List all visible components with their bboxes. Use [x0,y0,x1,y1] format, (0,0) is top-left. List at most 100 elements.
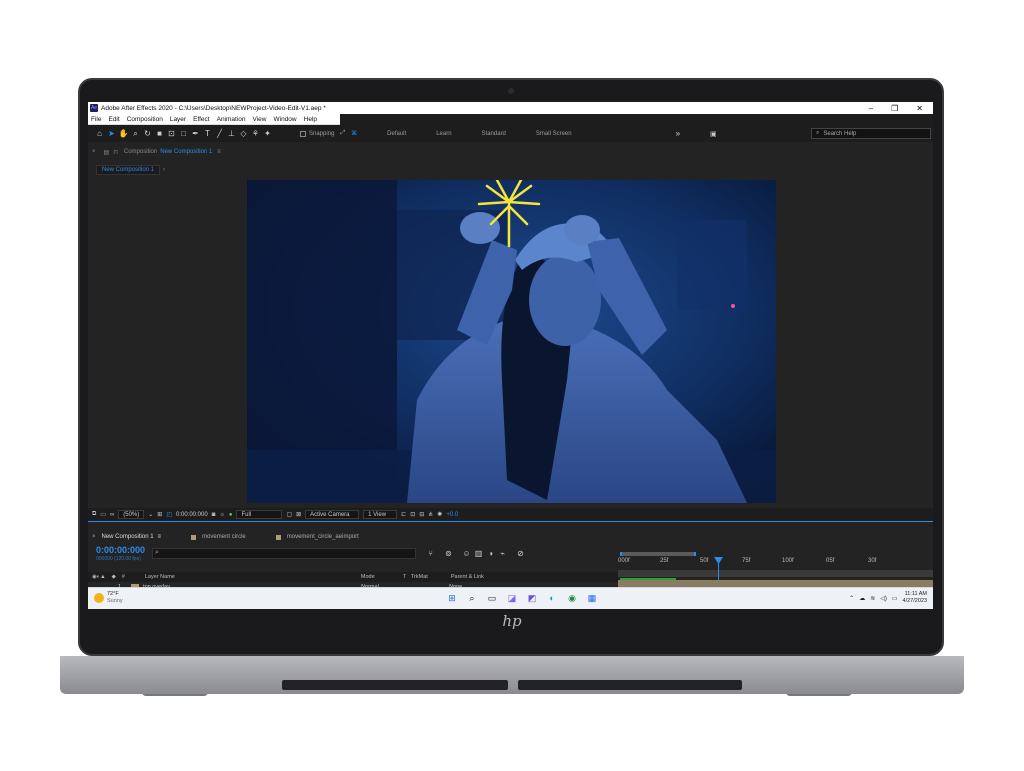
chrome-icon[interactable]: ◉ [566,592,578,604]
teams-icon[interactable]: ◩ [526,592,538,604]
timeline-tab-new-composition[interactable]: New Composition 1 ≡ [102,534,162,540]
type-tool-icon[interactable]: T [202,128,213,139]
maximize-icon[interactable]: ❐ [891,104,898,113]
panel-lock-icon[interactable]: ▤ [104,149,110,156]
puppet-tool-icon[interactable]: ✦ [262,128,273,139]
view-options-icon[interactable]: ∞ [110,512,114,518]
search-help-field[interactable]: ⌕ Search Help [811,128,931,139]
number-column-icon[interactable]: # [122,574,125,580]
column-t[interactable]: T [403,574,411,580]
workspace-default[interactable]: Default [387,131,406,137]
snapshot-icon[interactable]: ◙ [212,512,216,518]
weather-widget[interactable]: 72°F Sunny [94,591,123,605]
graph-editor-icon[interactable]: ⌁ [498,549,507,558]
clone-stamp-tool-icon[interactable]: ⊥ [226,128,237,139]
label-column-icon[interactable]: ◆ [112,574,116,580]
rectangle-tool-icon[interactable]: □ [178,128,189,139]
selection-tool-icon[interactable]: ➤ [106,128,117,139]
workspace-learn[interactable]: Learn [436,131,451,137]
camera-tool-icon[interactable]: ■ [154,128,165,139]
flowchart-icon[interactable]: ⋔ [428,511,433,518]
menu-help[interactable]: Help [304,116,317,123]
menu-animation[interactable]: Animation [217,116,246,123]
layer-search-input[interactable]: ⌕ [152,548,416,559]
timeline-close-icon[interactable]: × [92,534,96,540]
workspace-small-screen[interactable]: Small Screen [536,131,572,137]
motion-blur-icon[interactable]: ◑ [486,549,495,558]
choose-grid-icon[interactable]: ⊞ [157,511,162,518]
tray-chevron-icon[interactable]: ⌃ [849,595,854,602]
timeline-icon[interactable]: ⊟ [419,511,424,518]
menu-edit[interactable]: Edit [108,116,119,123]
search-icon[interactable]: ⌕ [466,592,478,604]
roto-brush-tool-icon[interactable]: ⚘ [250,128,261,139]
shy-layers-icon[interactable]: ☺ [462,549,471,558]
menu-effect[interactable]: Effect [193,116,210,123]
time-navigator[interactable] [618,570,933,577]
zoom-chevron-icon[interactable]: ⌄ [148,511,153,518]
reset-exposure-icon[interactable]: ✺ [437,511,442,518]
workspace-standard[interactable]: Standard [482,131,506,137]
transparency-grid-icon[interactable]: ◰ [166,511,172,518]
eraser-tool-icon[interactable]: ◇ [238,128,249,139]
menu-file[interactable]: File [91,116,101,123]
timeline-tab-menu-icon[interactable]: ≡ [158,534,162,540]
draft-3d-icon[interactable]: ⊚ [444,549,453,558]
composition-flowchart-icon[interactable]: ⑂ [426,549,435,558]
menu-view[interactable]: View [253,116,267,123]
pan-behind-tool-icon[interactable]: ⊡ [166,128,177,139]
clock[interactable]: 11:11 AM 4/27/2023 [903,591,927,605]
menu-layer[interactable]: Layer [170,116,186,123]
video-frame[interactable] [247,180,776,503]
panel-lock-toggle-icon[interactable]: ⊓ [113,149,118,156]
volume-icon[interactable]: ◁) [880,595,887,602]
toggle-transparency-icon[interactable]: ⊠ [296,511,301,518]
column-mode[interactable]: Mode [361,574,403,580]
pen-tool-icon[interactable]: ✒ [190,128,201,139]
task-view-icon[interactable]: ▭ [486,592,498,604]
tab-chevron-icon[interactable]: ‹ [163,167,165,173]
composition-tab[interactable]: New Composition 1 [96,164,161,175]
wifi-icon[interactable]: ≋ [870,595,875,602]
timeline-tab-movement-circle[interactable]: movement circle [191,534,246,540]
rotate-tool-icon[interactable]: ↻ [142,128,153,139]
column-trkmat[interactable]: TrkMat [411,574,451,580]
battery-icon[interactable]: ▭ [892,595,898,602]
viewer-timecode[interactable]: 0:00:00:000 [176,512,208,518]
menu-window[interactable]: Window [274,116,297,123]
always-preview-icon[interactable]: ⧉ [92,511,96,518]
snapping-toggle[interactable]: Snapping ⤢ ⌘ [300,130,357,137]
windows-start-icon[interactable]: ⊞ [446,592,458,604]
more-workspaces-icon[interactable]: » [676,129,680,138]
fast-previews-icon[interactable]: ⊡ [410,511,415,518]
resolution-select[interactable]: Full [236,510,283,519]
home-icon[interactable]: ⌂ [94,128,105,139]
graph-view-icon[interactable]: ⊘ [516,549,525,558]
region-of-interest-icon[interactable]: ▢ [286,511,292,518]
menu-composition[interactable]: Composition [127,116,163,123]
exposure-value[interactable]: +0.0 [446,512,458,518]
snapping-checkbox[interactable] [300,130,306,137]
edge-icon[interactable]: ◐ [546,592,558,604]
snap-expand-icon[interactable]: ⤢ [340,130,345,137]
timeline-timecode[interactable]: 0:00:00:000 [96,545,145,555]
frame-blending-icon[interactable]: ▥ [474,549,483,558]
toggle-pixel-aspect-icon[interactable]: ⊏ [401,511,406,518]
chat-icon[interactable]: ◪ [506,592,518,604]
zoom-tool-icon[interactable]: ⌕ [130,128,141,139]
zoom-select[interactable]: (50%) [118,510,145,519]
view-layout-select[interactable]: 1 View [363,510,398,519]
work-area-bar[interactable] [620,552,696,556]
panel-menu-icon[interactable]: ≡ [217,149,221,155]
time-ruler[interactable]: 000f 25f 50f 75f 100f 05f 30f [618,550,933,609]
channel-icon[interactable]: ● [229,512,233,518]
composition-viewer[interactable] [88,176,933,510]
composition-name[interactable]: New Composition 1 [160,149,212,155]
minimize-icon[interactable]: – [869,104,873,113]
hand-tool-icon[interactable]: ✋ [118,128,129,139]
panel-close-icon[interactable]: × [92,149,96,155]
timeline-tab-movement-circle-aeimport[interactable]: movement_circle_aeimport [275,534,359,540]
av-features-icon[interactable]: ◉◐▲ [92,574,106,580]
snap-options-icon[interactable]: ⌘ [351,130,357,137]
close-icon[interactable]: ✕ [916,104,923,113]
